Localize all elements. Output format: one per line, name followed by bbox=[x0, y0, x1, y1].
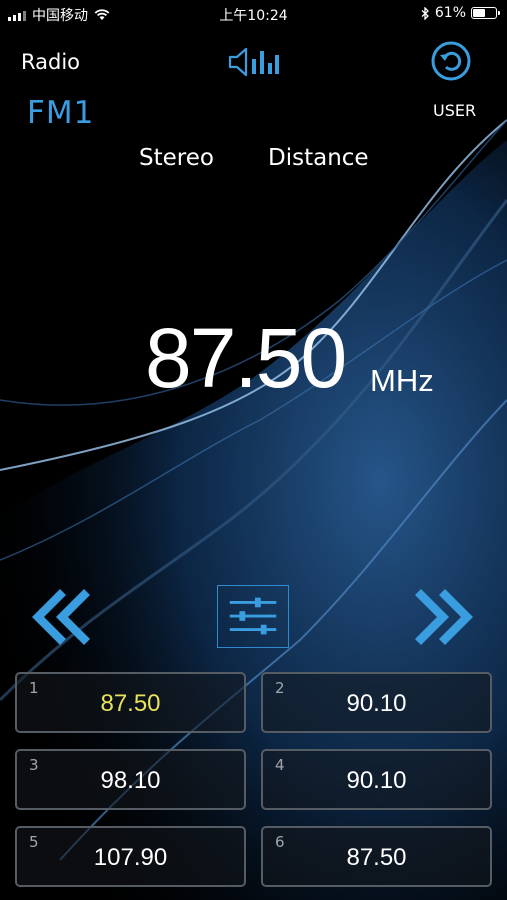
preset-frequency: 107.90 bbox=[93, 844, 168, 871]
band-selector[interactable]: FM1 bbox=[27, 95, 94, 131]
preset-frequency: 90.10 bbox=[346, 767, 407, 794]
preset-button-1[interactable]: 1 87.50 bbox=[15, 672, 246, 733]
battery-icon bbox=[471, 7, 500, 19]
seek-back-icon[interactable] bbox=[28, 585, 92, 649]
frequency-display: 87.50 bbox=[145, 311, 347, 405]
frequency-unit: MHz bbox=[370, 363, 434, 398]
preset-button-4[interactable]: 4 90.10 bbox=[261, 749, 492, 810]
preset-frequency: 87.50 bbox=[100, 690, 161, 717]
preset-button-3[interactable]: 3 98.10 bbox=[15, 749, 246, 810]
preset-button-2[interactable]: 2 90.10 bbox=[261, 672, 492, 733]
battery-percent: 61% bbox=[434, 5, 466, 21]
preset-frequency: 98.10 bbox=[100, 767, 161, 794]
preset-frequency: 87.50 bbox=[346, 844, 407, 871]
status-bar: 中国移动 上午10:24 61% bbox=[0, 0, 507, 28]
distance-toggle[interactable]: Distance bbox=[268, 145, 369, 171]
volume-icon[interactable] bbox=[228, 45, 282, 79]
preset-frequency: 90.10 bbox=[346, 690, 407, 717]
preset-button-5[interactable]: 5 107.90 bbox=[15, 826, 246, 887]
user-reset-icon[interactable] bbox=[430, 40, 472, 82]
stereo-toggle[interactable]: Stereo bbox=[139, 145, 214, 171]
preset-button-6[interactable]: 6 87.50 bbox=[261, 826, 492, 887]
bluetooth-icon bbox=[421, 6, 429, 20]
user-label[interactable]: USER bbox=[433, 101, 476, 120]
equalizer-button[interactable] bbox=[217, 585, 289, 648]
seek-forward-icon[interactable] bbox=[413, 585, 477, 649]
app-title: Radio bbox=[21, 50, 81, 74]
